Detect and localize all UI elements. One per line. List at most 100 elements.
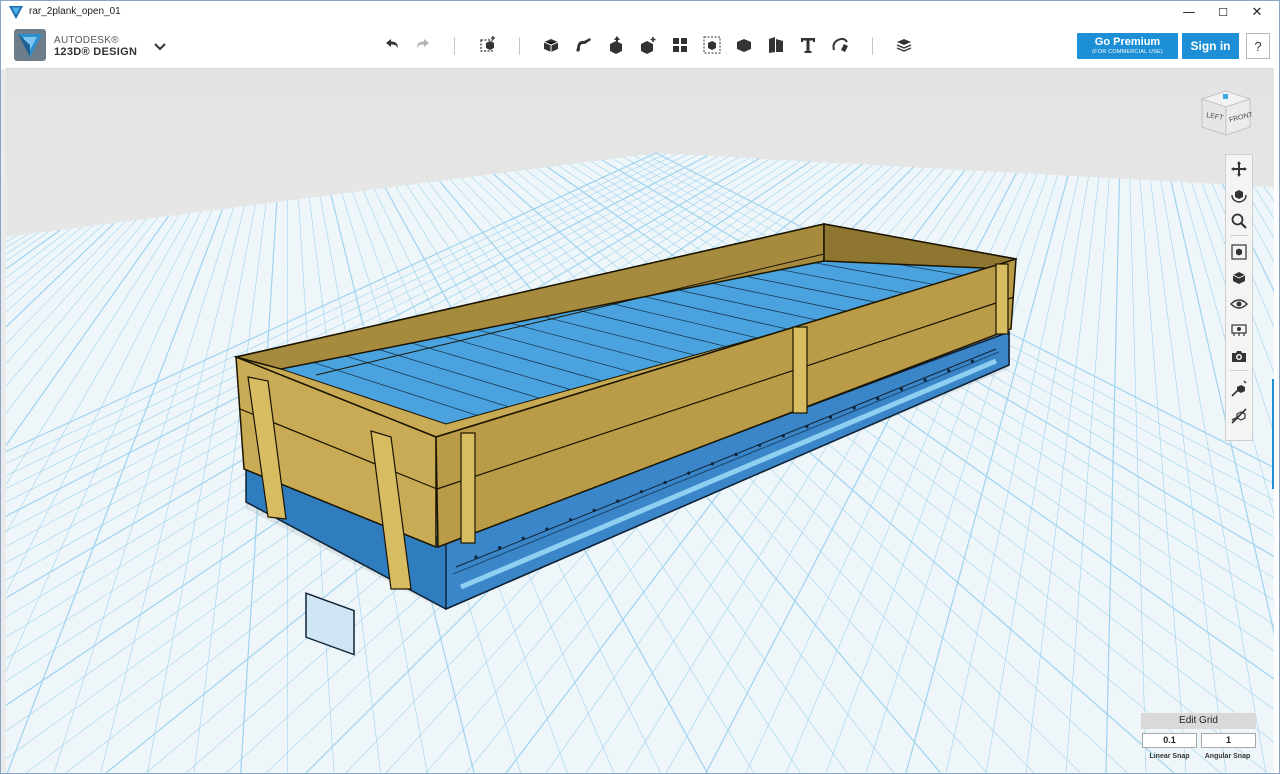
- scene-canvas[interactable]: [6, 69, 1274, 773]
- toolbar-divider: [519, 37, 520, 55]
- edit-grid-button[interactable]: Edit Grid: [1141, 713, 1256, 729]
- premium-label: Go Premium: [1094, 36, 1161, 48]
- bolt: [474, 555, 478, 559]
- material-button[interactable]: [892, 34, 916, 56]
- sketch-icon: [576, 38, 591, 52]
- bolt: [616, 499, 620, 503]
- bolt: [592, 508, 596, 513]
- material-icon: [896, 39, 912, 52]
- premium-sublabel: (FOR COMMERCIAL USE): [1092, 49, 1163, 55]
- nav-divider: [1230, 370, 1248, 371]
- fit-button[interactable]: [1229, 242, 1249, 262]
- stanchion-front: [460, 432, 476, 544]
- bolt: [639, 490, 644, 494]
- transform-icon: [480, 36, 495, 52]
- hide-tool-button[interactable]: [1229, 406, 1249, 426]
- primitives-button[interactable]: [539, 34, 563, 56]
- nav-divider: [1230, 235, 1248, 236]
- view-button[interactable]: [1229, 268, 1249, 288]
- snap-button[interactable]: [828, 34, 852, 56]
- screenshot-button[interactable]: [1229, 346, 1249, 366]
- snap-tool-button[interactable]: [1229, 379, 1249, 399]
- text-button[interactable]: [796, 34, 820, 56]
- visibility-icon: [1230, 299, 1248, 309]
- view-icon: [1232, 272, 1246, 284]
- view-cube[interactable]: LEFT FRONT: [1196, 85, 1256, 141]
- maximize-button[interactable]: ☐: [1206, 1, 1240, 24]
- app-window: rar_2plank_open_01 — ☐ ✕ AUTODESK® 123D®…: [0, 0, 1280, 774]
- grouping-icon: [703, 36, 721, 54]
- bolt: [521, 536, 525, 540]
- angular-snap-field[interactable]: 1: [1201, 733, 1256, 748]
- chevron-down-icon[interactable]: [152, 39, 168, 53]
- bolt: [805, 424, 809, 429]
- side-panel-handle[interactable]: [1272, 379, 1274, 489]
- brand-product: 123D® DESIGN: [54, 46, 138, 58]
- hide-tool-icon: [1231, 408, 1247, 424]
- pan-button[interactable]: [1229, 159, 1249, 179]
- visibility-button[interactable]: [1229, 294, 1249, 314]
- pan-icon: [1231, 161, 1247, 177]
- bolt: [781, 434, 785, 438]
- bolt: [947, 369, 951, 373]
- minimize-button[interactable]: —: [1172, 1, 1206, 24]
- redo-icon: [417, 39, 429, 48]
- orbit-button[interactable]: [1229, 185, 1249, 205]
- redo-button[interactable]: [411, 34, 435, 56]
- combine-icon: [737, 39, 751, 52]
- modify-button[interactable]: [636, 34, 660, 56]
- window-title: rar_2plank_open_01: [29, 6, 121, 17]
- modify-icon: [641, 37, 656, 54]
- bolt: [899, 387, 904, 391]
- autodesk-logo: [14, 29, 46, 61]
- sign-in-button[interactable]: Sign in: [1182, 33, 1239, 59]
- measure-icon: [769, 37, 783, 53]
- linear-snap-label: Linear Snap: [1149, 753, 1190, 760]
- sketch-button[interactable]: [572, 34, 596, 56]
- toolbar-divider: [872, 37, 873, 55]
- snap-icon: [832, 37, 848, 52]
- bolt: [687, 471, 691, 475]
- bolt: [663, 480, 667, 485]
- combine-button[interactable]: [732, 34, 756, 56]
- toolbar-divider: [454, 37, 455, 55]
- go-premium-button[interactable]: Go Premium (FOR COMMERCIAL USE): [1077, 33, 1178, 59]
- snap-tool-icon: [1231, 380, 1247, 397]
- construct-icon: [610, 36, 622, 54]
- orbit-icon: [1231, 190, 1247, 203]
- bolt: [758, 443, 762, 447]
- bolt: [734, 452, 738, 457]
- bolt: [852, 406, 856, 410]
- materials-button[interactable]: [1229, 320, 1249, 340]
- stanchion-mid: [792, 326, 808, 414]
- zoom-icon: [1231, 213, 1247, 229]
- viewcube-marker: [1223, 94, 1228, 99]
- title-bar: rar_2plank_open_01 — ☐ ✕: [1, 1, 1279, 24]
- undo-button[interactable]: [380, 34, 404, 56]
- transform-button[interactable]: [476, 34, 500, 56]
- app-icon: [9, 6, 23, 19]
- pattern-button[interactable]: [668, 34, 692, 56]
- screenshot-icon: [1232, 351, 1246, 362]
- snap-panel: Edit Grid 0.1 1 Linear Snap Angular Snap: [1141, 711, 1256, 767]
- help-button[interactable]: ?: [1246, 33, 1270, 59]
- bolt: [828, 415, 833, 419]
- construct-button[interactable]: [604, 34, 628, 56]
- primitives-icon: [543, 39, 559, 52]
- brand-autodesk: AUTODESK®: [54, 35, 119, 46]
- stanchion-right: [995, 263, 1009, 335]
- bolt: [710, 462, 714, 466]
- bolt: [545, 527, 549, 531]
- zoom-button[interactable]: [1229, 211, 1249, 231]
- bolt: [923, 378, 927, 382]
- bolt: [876, 396, 880, 401]
- 3d-viewport[interactable]: LEFT FRONT Edit Grid 0.1 1 Linear Snap A…: [6, 69, 1274, 773]
- materials-icon: [1231, 324, 1247, 336]
- measure-button[interactable]: [764, 34, 788, 56]
- grouping-button[interactable]: [700, 34, 724, 56]
- angular-snap-label: Angular Snap: [1204, 753, 1251, 760]
- pattern-icon: [673, 38, 687, 52]
- linear-snap-field[interactable]: 0.1: [1142, 733, 1197, 748]
- fit-icon: [1231, 244, 1247, 260]
- close-button[interactable]: ✕: [1240, 1, 1274, 24]
